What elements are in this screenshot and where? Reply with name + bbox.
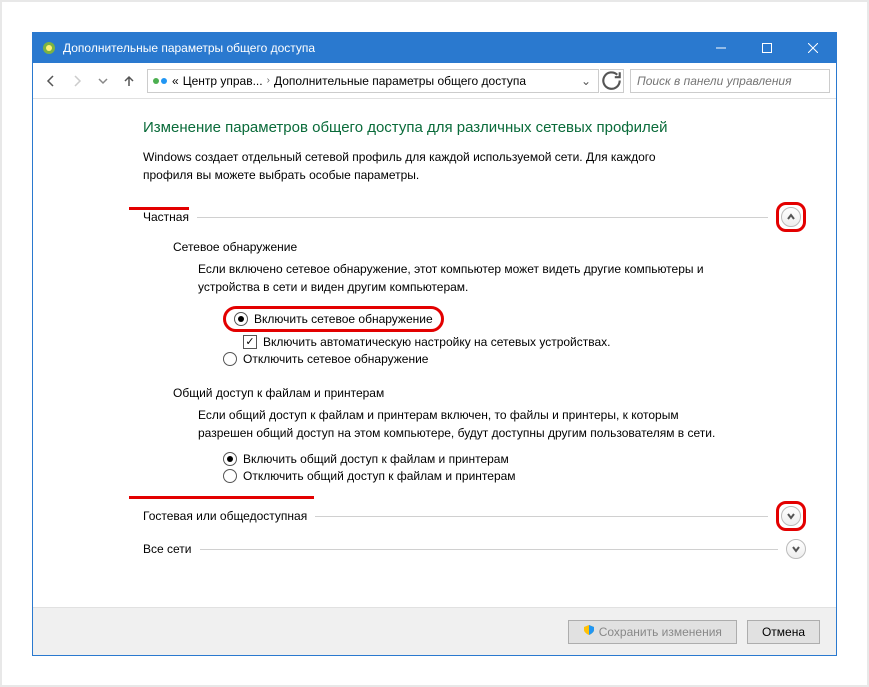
checkbox-auto-setup[interactable]: Включить автоматическую настройку на сет…: [243, 335, 806, 349]
sharing-label: Общий доступ к файлам и принтерам: [173, 386, 806, 400]
expand-button[interactable]: [781, 506, 801, 526]
radio-label: Отключить сетевое обнаружение: [243, 352, 428, 366]
page-title: Изменение параметров общего доступа для …: [143, 119, 806, 136]
back-button[interactable]: [39, 69, 63, 93]
window-title: Дополнительные параметры общего доступа: [63, 41, 698, 55]
breadcrumb-item-1[interactable]: Центр управ...: [183, 74, 263, 88]
radio-label: Включить общий доступ к файлам и принтер…: [243, 452, 509, 466]
cancel-button[interactable]: Отмена: [747, 620, 820, 644]
radio-icon: [223, 452, 237, 466]
section-allnets[interactable]: Все сети: [143, 539, 806, 559]
save-label: Сохранить изменения: [599, 625, 722, 639]
radio-label: Отключить общий доступ к файлам и принте…: [243, 469, 516, 483]
radio-discovery-off[interactable]: Отключить сетевое обнаружение: [223, 352, 806, 366]
section-guest-label: Гостевая или общедоступная: [143, 509, 307, 523]
cancel-label: Отмена: [762, 625, 805, 639]
search-input[interactable]: [630, 69, 830, 93]
up-button[interactable]: [117, 69, 141, 93]
footer: Сохранить изменения Отмена: [33, 607, 836, 655]
section-guest[interactable]: Гостевая или общедоступная: [143, 501, 806, 531]
discovery-label: Сетевое обнаружение: [173, 240, 806, 254]
control-panel-window: Дополнительные параметры общего доступа …: [32, 32, 837, 656]
section-private-label: Частная: [143, 210, 189, 224]
radio-label: Включить сетевое обнаружение: [254, 312, 433, 326]
page-description: Windows создает отдельный сетевой профил…: [143, 148, 703, 184]
chevron-right-icon: ›: [267, 75, 270, 86]
checkbox-icon: [243, 335, 257, 349]
breadcrumb[interactable]: « Центр управ... › Дополнительные параме…: [147, 69, 599, 93]
expand-button[interactable]: [786, 539, 806, 559]
annotation-underline: [129, 207, 189, 210]
radio-icon: [234, 312, 248, 326]
network-icon: [152, 73, 168, 89]
discovery-desc: Если включено сетевое обнаружение, этот …: [198, 260, 718, 296]
radio-icon: [223, 469, 237, 483]
minimize-button[interactable]: [698, 33, 744, 63]
checkbox-label: Включить автоматическую настройку на сет…: [263, 335, 611, 349]
refresh-button[interactable]: [600, 69, 624, 93]
save-button[interactable]: Сохранить изменения: [568, 620, 737, 644]
section-private[interactable]: Частная: [143, 202, 806, 232]
titlebar: Дополнительные параметры общего доступа: [33, 33, 836, 63]
app-icon: [41, 40, 57, 56]
radio-icon: [223, 352, 237, 366]
radio-discovery-on[interactable]: Включить сетевое обнаружение: [223, 306, 806, 332]
recent-dropdown[interactable]: [91, 69, 115, 93]
radio-sharing-on[interactable]: Включить общий доступ к файлам и принтер…: [223, 452, 806, 466]
breadcrumb-prefix: «: [172, 74, 179, 88]
annotation-highlight: Включить сетевое обнаружение: [223, 306, 444, 332]
annotation-highlight: [776, 202, 806, 232]
collapse-button[interactable]: [781, 207, 801, 227]
content-area: Изменение параметров общего доступа для …: [33, 99, 836, 607]
navigation-bar: « Центр управ... › Дополнительные параме…: [33, 63, 836, 99]
maximize-button[interactable]: [744, 33, 790, 63]
close-button[interactable]: [790, 33, 836, 63]
sharing-desc: Если общий доступ к файлам и принтерам в…: [198, 406, 718, 442]
shield-icon: [583, 624, 595, 639]
radio-sharing-off[interactable]: Отключить общий доступ к файлам и принте…: [223, 469, 806, 483]
annotation-underline: [129, 496, 314, 499]
section-allnets-label: Все сети: [143, 542, 192, 556]
annotation-highlight: [776, 501, 806, 531]
forward-button[interactable]: [65, 69, 89, 93]
breadcrumb-item-2[interactable]: Дополнительные параметры общего доступа: [274, 74, 526, 88]
breadcrumb-dropdown[interactable]: ⌄: [578, 74, 594, 88]
